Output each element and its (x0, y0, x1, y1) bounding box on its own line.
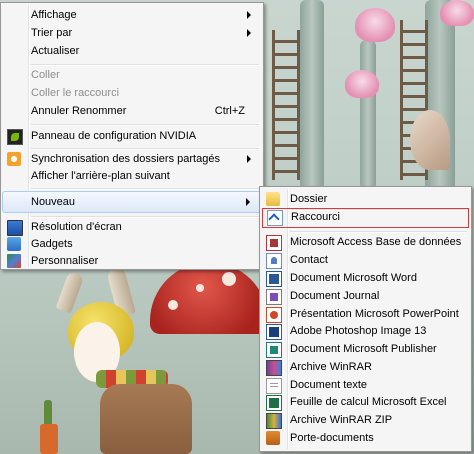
menu-item-personnaliser[interactable]: Personnaliser (3, 252, 261, 270)
submenu-item-label: Dossier (290, 193, 328, 205)
nvidia-icon (7, 129, 23, 145)
submenu-item-label: Document Journal (290, 290, 380, 302)
menu-item-arriere-plan-suivant[interactable]: Afficher l'arrière-plan suivant (3, 167, 261, 185)
submenu-item-dossier[interactable]: Dossier (262, 190, 469, 208)
submenu-item-label: Raccourci (291, 211, 340, 223)
submenu-item-excel[interactable]: Feuille de calcul Microsoft Excel (262, 393, 469, 411)
winrar-zip-icon (266, 413, 282, 429)
wallpaper-mushroom (150, 262, 268, 334)
menu-separator (31, 124, 259, 126)
menu-item-resolution-ecran[interactable]: Résolution d'écran (3, 218, 261, 236)
access-icon (266, 235, 282, 251)
word-icon (266, 271, 282, 287)
menu-item-label: Coller (31, 69, 60, 81)
shortcut-icon (267, 210, 283, 226)
menu-item-label: Personnaliser (31, 255, 99, 267)
submenu-arrow-icon (247, 11, 251, 19)
submenu-item-label: Contact (290, 254, 328, 266)
briefcase-icon (266, 431, 280, 445)
wallpaper-tree-trunk (360, 40, 376, 190)
submenu-arrow-icon (246, 198, 250, 206)
wallpaper-mushroom-spot (168, 300, 178, 310)
submenu-item-label: Présentation Microsoft PowerPoint (290, 308, 459, 320)
menu-item-synchronisation[interactable]: Synchronisation des dossiers partagés (3, 150, 261, 168)
wallpaper-leaf (410, 110, 450, 170)
photoshop-icon (266, 324, 282, 340)
wallpaper-flower (345, 70, 379, 98)
submenu-item-text-document[interactable]: Document texte (262, 376, 469, 394)
publisher-icon (266, 342, 282, 358)
submenu-item-word[interactable]: Document Microsoft Word (262, 269, 469, 287)
wallpaper-rabbit-body (100, 384, 192, 454)
menu-item-label: Trier par (31, 27, 73, 39)
submenu-item-journal[interactable]: Document Journal (262, 287, 469, 305)
submenu-item-porte-documents[interactable]: Porte-documents (262, 429, 469, 447)
menu-item-label: Annuler Renommer (31, 105, 127, 117)
submenu-arrow-icon (247, 155, 251, 163)
menu-item-affichage[interactable]: Affichage (3, 6, 261, 24)
wallpaper-mushroom-spot (196, 284, 204, 292)
folder-icon (266, 192, 280, 206)
menu-item-trier-par[interactable]: Trier par (3, 24, 261, 42)
menu-item-label: Synchronisation des dossiers partagés (31, 153, 220, 165)
wallpaper-mushroom-spot (222, 272, 236, 286)
submenu-item-photoshop[interactable]: Adobe Photoshop Image 13 (262, 322, 469, 340)
submenu-item-winrar[interactable]: Archive WinRAR (262, 358, 469, 376)
menu-item-label: Actualiser (31, 45, 80, 57)
submenu-item-label: Microsoft Access Base de données (290, 236, 462, 248)
screen-resolution-icon (7, 220, 23, 236)
menu-item-nvidia[interactable]: Panneau de configuration NVIDIA (3, 127, 261, 145)
menu-item-actualiser[interactable]: Actualiser (3, 42, 261, 60)
submenu-item-label: Document texte (290, 379, 368, 391)
submenu-item-label: Document Microsoft Publisher (290, 343, 437, 355)
menu-item-label: Affichage (31, 9, 77, 21)
submenu-item-access[interactable]: Microsoft Access Base de données (262, 233, 469, 251)
submenu-item-contact[interactable]: Contact (262, 251, 469, 269)
menu-item-shortcut: Ctrl+Z (214, 105, 245, 117)
submenu-item-label: Feuille de calcul Microsoft Excel (290, 396, 447, 408)
menu-item-label: Résolution d'écran (31, 221, 122, 233)
text-document-icon (266, 378, 282, 394)
wallpaper-flower (440, 0, 474, 26)
menu-item-gadgets[interactable]: Gadgets (3, 235, 261, 253)
menu-item-annuler-renommer[interactable]: Annuler Renommer Ctrl+Z (3, 102, 261, 120)
submenu-item-winrar-zip[interactable]: Archive WinRAR ZIP (262, 411, 469, 429)
submenu-item-label: Archive WinRAR (290, 361, 372, 373)
personalize-icon (7, 254, 21, 268)
menu-item-label: Nouveau (31, 196, 76, 208)
menu-item-coller-raccourci[interactable]: Coller le raccourci (3, 84, 261, 102)
menu-item-label: Panneau de configuration NVIDIA (31, 130, 197, 142)
contact-icon (266, 253, 282, 269)
wallpaper-ladder (272, 30, 300, 180)
excel-icon (266, 395, 282, 411)
winrar-icon (266, 360, 282, 376)
submenu-arrow-icon (247, 29, 251, 37)
wallpaper-tree-trunk (300, 0, 324, 190)
gadgets-icon (7, 237, 21, 251)
nouveau-submenu: Dossier Raccourci Microsoft Access Base … (259, 186, 472, 452)
sync-folders-icon (7, 152, 21, 166)
wallpaper-carrot (40, 424, 58, 454)
wallpaper-flower (355, 8, 395, 42)
submenu-item-label: Archive WinRAR ZIP (290, 414, 393, 426)
menu-item-label: Coller le raccourci (31, 87, 120, 99)
menu-item-label: Afficher l'arrière-plan suivant (31, 170, 170, 182)
journal-icon (266, 289, 282, 305)
menu-item-coller[interactable]: Coller (3, 66, 261, 84)
submenu-item-raccourci[interactable]: Raccourci (262, 208, 469, 228)
menu-item-nouveau[interactable]: Nouveau (2, 191, 261, 213)
submenu-item-label: Porte-documents (290, 432, 374, 444)
powerpoint-icon (266, 307, 282, 323)
submenu-item-label: Adobe Photoshop Image 13 (290, 325, 427, 337)
menu-separator (31, 188, 259, 190)
submenu-item-label: Document Microsoft Word (290, 272, 417, 284)
submenu-item-publisher[interactable]: Document Microsoft Publisher (262, 340, 469, 358)
submenu-item-powerpoint[interactable]: Présentation Microsoft PowerPoint (262, 305, 469, 323)
menu-item-label: Gadgets (31, 238, 73, 250)
desktop-context-menu: Affichage Trier par Actualiser Coller Co… (0, 2, 264, 270)
